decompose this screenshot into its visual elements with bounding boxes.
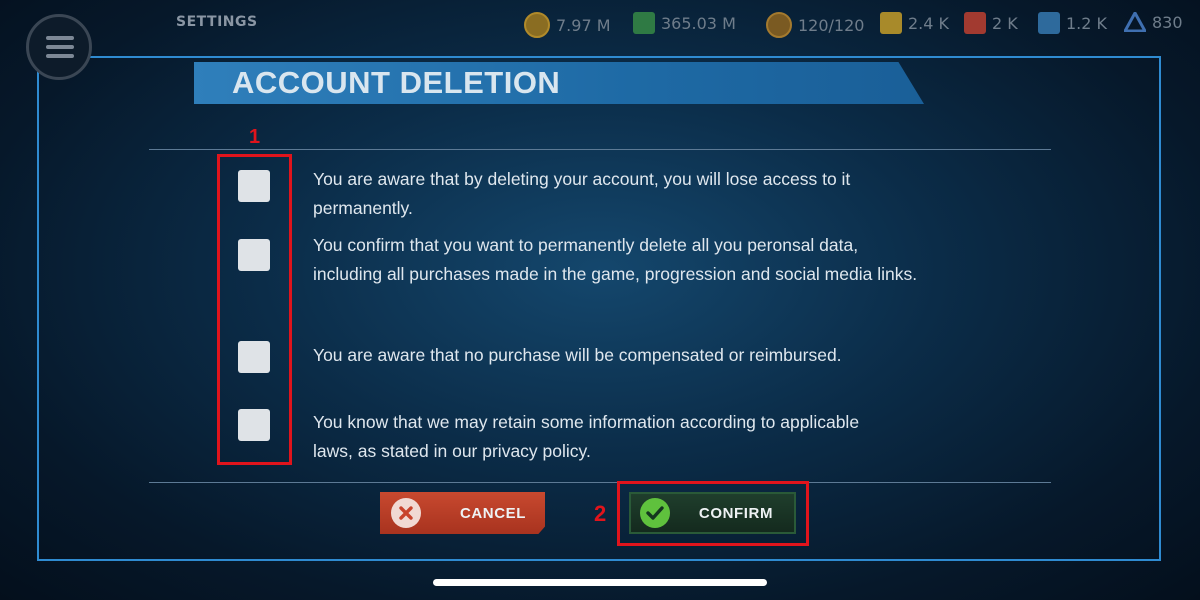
blue-crate-value: 1.2 K bbox=[1066, 13, 1108, 33]
annotation-number-2: 2 bbox=[594, 501, 607, 526]
close-icon bbox=[391, 498, 421, 528]
annotation-number-1: 1 bbox=[249, 126, 261, 148]
item-delete-data-text: You confirm that you want to permanently… bbox=[313, 235, 918, 284]
hamburger-icon bbox=[46, 36, 74, 40]
cancel-label: CANCEL bbox=[459, 504, 527, 522]
red-crate-icon bbox=[964, 12, 986, 34]
red-crate-value: 2 K bbox=[992, 13, 1018, 33]
yellow-crate-icon bbox=[880, 12, 902, 34]
rank-value: 830 bbox=[1152, 12, 1183, 32]
dialog-title: ACCOUNT DELETION bbox=[232, 65, 561, 100]
red-crate-resource: 2 K bbox=[964, 12, 1018, 34]
hamburger-icon-line bbox=[46, 45, 74, 49]
checkbox-highlight-box bbox=[217, 154, 292, 465]
top-bar: SETTINGS 7.97 M 365.03 M 120/120 2.4 K 2… bbox=[0, 0, 1200, 80]
screen-title: SETTINGS bbox=[176, 14, 258, 30]
gold-value: 7.97 M bbox=[556, 15, 611, 35]
cancel-button[interactable]: CANCEL bbox=[380, 492, 545, 534]
menu-button[interactable] bbox=[26, 14, 92, 80]
divider-bottom bbox=[149, 482, 1051, 483]
energy-resource: 120/120 bbox=[766, 12, 864, 38]
hamburger-icon-line bbox=[46, 54, 74, 58]
blue-crate-icon bbox=[1038, 12, 1060, 34]
blue-crate-resource: 1.2 K bbox=[1038, 12, 1107, 34]
cash-resource: 365.03 M bbox=[633, 12, 736, 34]
gold-coin-icon bbox=[524, 12, 550, 38]
yellow-crate-value: 2.4 K bbox=[908, 13, 950, 33]
home-indicator[interactable] bbox=[433, 579, 767, 586]
rank-resource: 830 bbox=[1124, 12, 1183, 32]
confirm-highlight-box bbox=[617, 481, 809, 546]
energy-value: 120/120 bbox=[798, 15, 865, 35]
item-no-reimbursement-text: You are aware that no purchase will be c… bbox=[313, 345, 842, 365]
cash-icon bbox=[633, 12, 655, 34]
energy-icon bbox=[766, 12, 792, 38]
gold-resource: 7.97 M bbox=[524, 12, 611, 38]
rank-icon bbox=[1124, 12, 1146, 32]
dialog-panel bbox=[37, 56, 1161, 561]
cash-value: 365.03 M bbox=[661, 13, 736, 33]
item-retain-info-text: You know that we may retain some informa… bbox=[313, 412, 860, 461]
item-lose-access-text: You are aware that by deleting your acco… bbox=[313, 169, 851, 218]
yellow-crate-resource: 2.4 K bbox=[880, 12, 949, 34]
divider-top bbox=[149, 149, 1051, 150]
